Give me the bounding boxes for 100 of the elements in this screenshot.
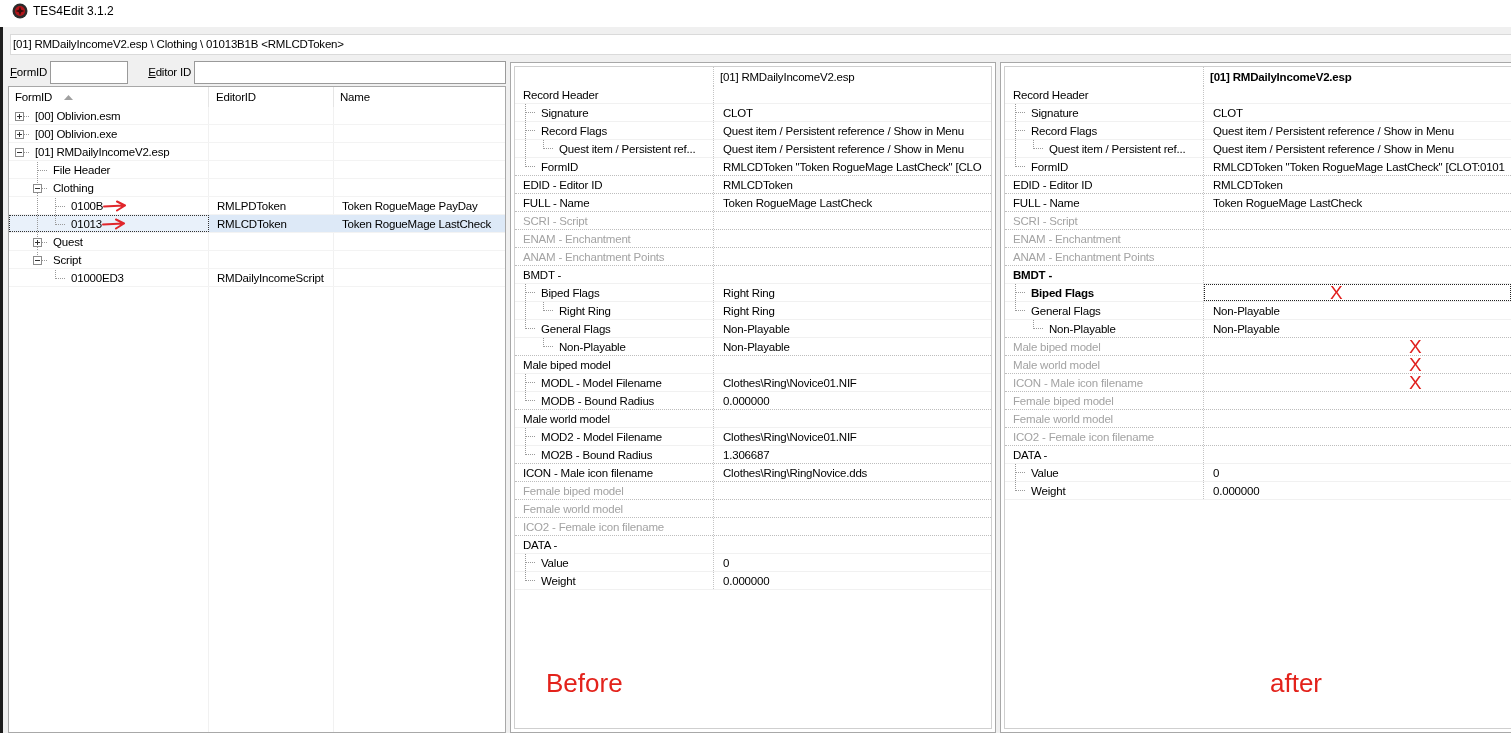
- tree-line: [1015, 104, 1026, 121]
- field-label: Right Ring: [559, 304, 611, 317]
- table-cell: Token RogueMage PayDay: [342, 199, 478, 212]
- value-field[interactable]: Clothes\Ring\RingNovice.dds: [714, 464, 991, 481]
- tree-item-label: [00] Oblivion.esm: [35, 109, 121, 122]
- field-label: ANAM - Enchantment Points: [1013, 250, 1155, 263]
- field-label: Non-Playable: [559, 340, 626, 353]
- filter-field[interactable]: [50, 60, 129, 84]
- value-field[interactable]: Non-Playable: [1204, 320, 1511, 337]
- tree-row[interactable]: [01] RMDailyIncomeV2.esp: [9, 143, 505, 161]
- tree-item-label: Script: [53, 253, 82, 266]
- value-field[interactable]: Quest item / Persistent reference / Show in Menu: [1204, 122, 1511, 139]
- field-label: ICON - Male icon filename: [1013, 376, 1143, 389]
- value-field[interactable]: 0.000000: [1204, 482, 1511, 499]
- field-label: Record Header: [1013, 88, 1089, 101]
- field-label: BMDT -: [1013, 268, 1053, 281]
- field-label: Male world model: [523, 412, 610, 425]
- field-label: SCRI - Script: [1013, 214, 1078, 227]
- value-field[interactable]: RMLCDToken: [714, 176, 991, 193]
- value-field[interactable]: RMLCDToken: [1204, 176, 1511, 193]
- field-label: FULL - Name: [1013, 196, 1080, 209]
- field-label: MO2B - Bound Radius: [541, 448, 653, 461]
- path-field[interactable]: [01] RMDailyIncomeV2.esp \ Clothing \ 01013B1B <RMLCDToken>: [10, 34, 1511, 55]
- tree-row[interactable]: Clothing: [9, 179, 505, 197]
- value-field[interactable]: 1.306687: [714, 446, 991, 463]
- tree-item-label: Quest: [53, 235, 83, 248]
- value-field[interactable]: Token RogueMage LastCheck: [1204, 194, 1511, 211]
- value-field[interactable]: Non-Playable: [1204, 302, 1511, 319]
- tree-item-label: [00] Oblivion.exe: [35, 127, 118, 140]
- field-label: ICO2 - Female icon filename: [523, 520, 664, 533]
- tree-line: [543, 302, 554, 311]
- value-field[interactable]: RMLCDToken "Token RogueMage LastCheck" [CLOT:0101: [1204, 158, 1511, 175]
- value-field[interactable]: Clothes\Ring\Novice01.NIF: [714, 428, 991, 445]
- value-field[interactable]: Non-Playable: [714, 338, 991, 355]
- expand-icon[interactable]: [33, 234, 47, 251]
- field-label: Female biped model: [523, 484, 624, 497]
- tree-item-label: 01000ED3: [71, 271, 124, 284]
- expand-icon[interactable]: [15, 112, 29, 121]
- table-cell: RMLCDToken: [217, 217, 287, 230]
- field-label: Weight: [1031, 484, 1066, 497]
- tree-row[interactable]: 01013 RMLCDToken Token RogueMage LastCheck: [9, 215, 505, 233]
- value-field[interactable]: Clothes\Ring\Novice01.NIF: [714, 374, 991, 391]
- field-label: Value: [541, 556, 569, 569]
- field-label: EDID - Editor ID: [523, 178, 603, 191]
- field-label: ENAM - Enchantment: [523, 232, 631, 245]
- tree-row[interactable]: [00] Oblivion.esm: [9, 107, 505, 125]
- tree-row[interactable]: Script: [9, 251, 505, 269]
- field-label: MOD2 - Model Filename: [541, 430, 663, 443]
- value-field[interactable]: Quest item / Persistent reference / Show in Menu: [714, 122, 991, 139]
- value-field[interactable]: 0.000000: [714, 572, 991, 589]
- field-label: FULL - Name: [523, 196, 590, 209]
- table-cell: RMLPDToken: [217, 199, 286, 212]
- collapse-icon[interactable]: [33, 252, 47, 265]
- column-header: [01] RMDailyIncomeV2.esp: [1210, 70, 1352, 83]
- field-label: General Flags: [541, 322, 611, 335]
- annotation-mark: X: [1330, 284, 1343, 301]
- field-label: Quest item / Persistent ref...: [1049, 142, 1186, 155]
- field-label: Signature: [541, 106, 589, 119]
- value-field[interactable]: RMLCDToken "Token RogueMage LastCheck" [CLO: [714, 158, 991, 175]
- tree-row[interactable]: [00] Oblivion.exe: [9, 125, 505, 143]
- value-field[interactable]: Right Ring: [714, 302, 991, 319]
- field-label: ICO2 - Female icon filename: [1013, 430, 1154, 443]
- value-field[interactable]: Right Ring: [714, 284, 991, 301]
- field-label: Signature: [1031, 106, 1079, 119]
- tree-row[interactable]: 01000ED3 RMDailyIncomeScript: [9, 269, 505, 287]
- value-field[interactable]: CLOT: [714, 104, 991, 121]
- field-label: Record Flags: [541, 124, 607, 137]
- field-label: Biped Flags: [1031, 286, 1094, 299]
- tree-row[interactable]: File Header: [9, 161, 505, 179]
- value-field[interactable]: Non-Playable: [714, 320, 991, 337]
- field-label: MODB - Bound Radius: [541, 394, 655, 407]
- field-label: Female biped model: [1013, 394, 1114, 407]
- filter-field[interactable]: [194, 60, 506, 84]
- field-label: ICON - Male icon filename: [523, 466, 653, 479]
- value-field[interactable]: 0: [1204, 464, 1511, 481]
- tree-line: [525, 104, 536, 121]
- field-label: Female world model: [1013, 412, 1113, 425]
- field-label: FormID: [1031, 160, 1069, 173]
- value-field[interactable]: 0.000000: [714, 392, 991, 409]
- annotation-mark: X: [1409, 338, 1422, 355]
- field-label: Value: [1031, 466, 1059, 479]
- field-label: Record Header: [523, 88, 599, 101]
- field-label: Non-Playable: [1049, 322, 1116, 335]
- expand-icon[interactable]: [15, 130, 29, 139]
- field-label: ANAM - Enchantment Points: [523, 250, 665, 263]
- field-label: Male biped model: [523, 358, 611, 371]
- value-field[interactable]: 0: [714, 554, 991, 571]
- tree-line: [1033, 140, 1044, 149]
- tree-row[interactable]: Quest: [9, 233, 505, 251]
- tree-line: [37, 162, 47, 179]
- collapse-icon[interactable]: [15, 148, 29, 157]
- field-label: Record Flags: [1031, 124, 1097, 137]
- value-field[interactable]: Quest item / Persistent reference / Show in Menu: [714, 140, 991, 157]
- tree-line: [1033, 320, 1044, 329]
- field-label: FormID: [10, 66, 48, 78]
- value-field[interactable]: Token RogueMage LastCheck: [714, 194, 991, 211]
- value-field[interactable]: CLOT: [1204, 104, 1511, 121]
- value-field[interactable]: X: [1204, 284, 1511, 301]
- value-field[interactable]: Quest item / Persistent reference / Show in Menu: [1204, 140, 1511, 157]
- annotation-label: Before: [546, 668, 623, 698]
